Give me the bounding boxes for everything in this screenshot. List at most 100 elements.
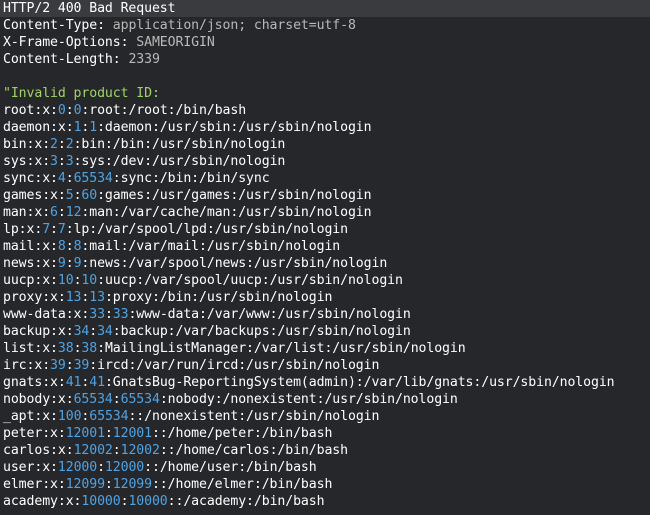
passwd-user: sys:x: [3,154,51,169]
passwd-gid: 60 [81,188,98,203]
header-line: X-Frame-Options: SAMEORIGIN [0,34,650,51]
passwd-line: sync:x:4:65534:sync:/bin:/bin/sync [0,170,650,187]
passwd-gid: 65534 [120,392,160,407]
passwd-user: proxy:x: [3,290,66,305]
passwd-user: carlos:x: [3,443,74,458]
passwd-rest: :mail:/var/mail:/usr/sbin/nologin [81,239,341,254]
passwd-sep: : [65,358,74,373]
passwd-line: www-data:x:33:33:www-data:/var/www:/usr/… [0,306,650,323]
passwd-sep: : [57,154,66,169]
passwd-gid: 7 [57,222,66,237]
passwd-line: _apt:x:100:65534::/nonexistent:/usr/sbin… [0,408,650,425]
passwd-user: list:x: [3,341,58,356]
header-value: SAMEORIGIN [136,35,215,50]
passwd-line: daemon:x:1:1:daemon:/usr/sbin:/usr/sbin/… [0,119,650,136]
passwd-rest: :uucp:/var/spool/uucp:/usr/sbin/nologin [97,273,403,288]
passwd-sep: : [57,137,66,152]
passwd-user: man:x: [3,205,51,220]
passwd-line: lp:x:7:7:lp:/var/spool/lpd:/usr/sbin/nol… [0,221,650,238]
passwd-sep: : [65,256,74,271]
passwd-uid: 4 [57,171,66,186]
header-name: Content-Type: [3,18,113,33]
passwd-line: academy:x:10000:10000::/academy:/bin/bas… [0,493,650,510]
passwd-line: mail:x:8:8:mail:/var/mail:/usr/sbin/nolo… [0,238,650,255]
passwd-gid: 10000 [128,494,168,509]
passwd-uid: 8 [57,239,66,254]
passwd-sep: : [50,222,58,237]
header-value: application/json; charset=utf-8 [112,18,356,33]
passwd-line: elmer:x:12099:12099::/home/elmer:/bin/ba… [0,476,650,493]
passwd-gid: 1 [89,120,98,135]
passwd-gid: 12002 [120,443,160,458]
passwd-gid: 65534 [89,409,129,424]
passwd-sep: : [97,460,105,475]
passwd-uid: 41 [65,375,82,390]
passwd-sep: : [104,426,113,441]
passwd-user: uucp:x: [3,273,58,288]
passwd-sep: : [112,443,121,458]
passwd-uid: 12001 [65,426,105,441]
passwd-uid: 6 [50,205,58,220]
passwd-rest: :www-data:/var/www:/usr/sbin/nologin [128,307,411,322]
passwd-uid: 10 [57,273,74,288]
passwd-line: proxy:x:13:13:proxy:/bin:/usr/sbin/nolog… [0,289,650,306]
passwd-rest: :daemon:/usr/sbin:/usr/sbin/nologin [97,120,372,135]
passwd-line: peter:x:12001:12001::/home/peter:/bin/ba… [0,425,650,442]
passwd-uid: 65534 [73,392,113,407]
passwd-uid: 12099 [65,477,105,492]
passwd-rest: :GnatsBug-ReportingSystem(admin):/var/li… [104,375,615,390]
passwd-rest: ::/nonexistent:/usr/sbin/nologin [128,409,380,424]
passwd-user: nobody:x: [3,392,74,407]
passwd-user: root:x: [3,103,58,118]
passwd-rest: :sync:/bin:/bin/sync [112,171,270,186]
passwd-rest: ::/academy:/bin/bash [167,494,325,509]
passwd-user: user:x: [3,460,58,475]
header-name: Content-Length: [3,52,129,67]
passwd-sep: : [104,307,113,322]
passwd-line: games:x:5:60:games:/usr/games:/usr/sbin/… [0,187,650,204]
response-headers: Content-Type: application/json; charset=… [0,17,650,68]
passwd-line: bin:x:2:2:bin:/bin:/usr/sbin/nologin [0,136,650,153]
passwd-rest: ::/home/user:/bin/bash [144,460,317,475]
passwd-line: man:x:6:12:man:/var/cache/man:/usr/sbin/… [0,204,650,221]
passwd-uid: 38 [57,341,74,356]
passwd-rest: :news:/var/spool/news:/usr/sbin/nologin [81,256,388,271]
passwd-uid: 7 [42,222,51,237]
passwd-uid: 39 [50,358,66,373]
passwd-uid: 0 [57,103,66,118]
passwd-user: elmer:x: [3,477,66,492]
passwd-uid: 13 [65,290,82,305]
passwd-sep: : [104,477,113,492]
passwd-rest: :bin:/bin:/usr/sbin/nologin [73,137,286,152]
passwd-rest: :man:/var/cache/man:/usr/sbin/nologin [81,205,372,220]
passwd-user: sync:x: [3,171,58,186]
passwd-uid: 12002 [73,443,113,458]
passwd-gid: 3 [65,154,74,169]
passwd-line: irc:x:39:39:ircd:/var/run/ircd:/usr/sbin… [0,357,650,374]
passwd-user: backup:x: [3,324,74,339]
passwd-rest: :ircd:/var/run/ircd:/usr/sbin/nologin [89,358,380,373]
passwd-gid: 2 [65,137,74,152]
truncated-line [0,510,650,515]
passwd-user: peter:x: [3,426,66,441]
passwd-line: carlos:x:12002:12002::/home/carlos:/bin/… [0,442,650,459]
passwd-rest: ::/home/elmer:/bin/bash [151,477,333,492]
passwd-line: list:x:38:38:MailingListManager:/var/lis… [0,340,650,357]
passwd-rest: :sys:/dev:/usr/sbin/nologin [73,154,286,169]
passwd-sep: : [65,171,74,186]
passwd-line: gnats:x:41:41:GnatsBug-ReportingSystem(a… [0,374,650,391]
header-name: X-Frame-Options: [3,35,137,50]
passwd-rest: :nobody:/nonexistent:/usr/sbin/nologin [159,392,458,407]
passwd-rest: :MailingListManager:/var/list:/usr/sbin/… [97,341,466,356]
status-line: HTTP/2 400 Bad Request [0,0,650,17]
passwd-gid: 33 [112,307,129,322]
passwd-rest: :backup:/var/backups:/usr/sbin/nologin [112,324,411,339]
passwd-uid: 2 [50,137,58,152]
passwd-line: user:x:12000:12000::/home/user:/bin/bash [0,459,650,476]
passwd-uid: 12000 [57,460,98,475]
passwd-user: bin:x: [3,137,51,152]
response-viewer[interactable]: HTTP/2 400 Bad Request Content-Type: app… [0,0,650,515]
passwd-sep: : [112,392,121,407]
passwd-sep: : [65,239,74,254]
